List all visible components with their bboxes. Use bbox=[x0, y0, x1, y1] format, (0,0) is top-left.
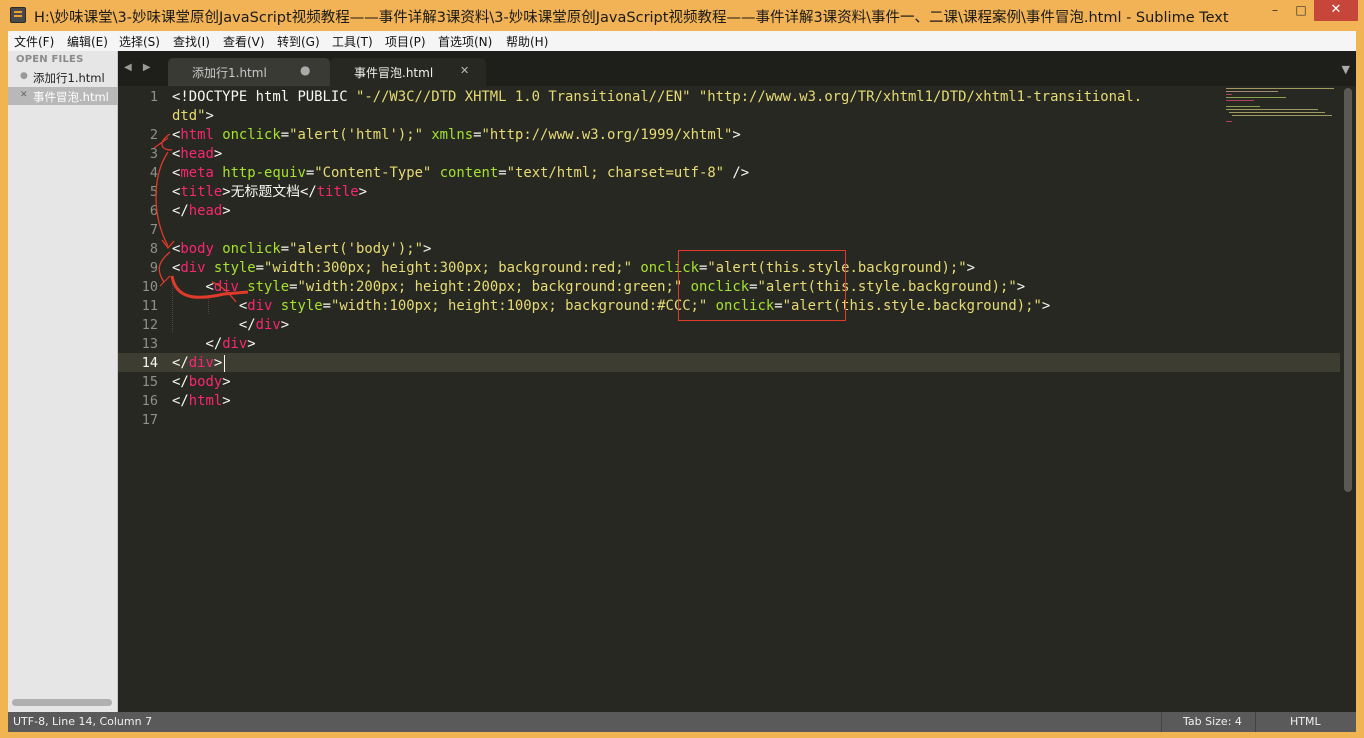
tab-label: 事件冒泡.html bbox=[354, 66, 434, 80]
code-line-13: </div> bbox=[172, 336, 256, 352]
tab-bar: ◀ ▶ 添加行1.html ● 事件冒泡.html ✕ ▼ bbox=[118, 51, 1356, 86]
annotation-stroke bbox=[161, 133, 173, 151]
annotation-stroke bbox=[161, 239, 175, 250]
menu-help[interactable]: 帮助(H) bbox=[506, 33, 548, 50]
code-line-14: </div> bbox=[172, 355, 223, 371]
annotation-arrows bbox=[153, 133, 249, 303]
line-number: 17 bbox=[141, 412, 158, 428]
tab-dropdown-icon[interactable]: ▼ bbox=[1342, 63, 1350, 76]
sidebar-file-item-active[interactable]: ✕ 事件冒泡.html bbox=[8, 87, 118, 105]
minimap[interactable] bbox=[1226, 88, 1338, 122]
sidebar-scrollbar[interactable] bbox=[12, 699, 112, 706]
tab-add-row[interactable]: 添加行1.html ● bbox=[168, 58, 330, 86]
unsaved-dot-icon[interactable]: ● bbox=[300, 63, 310, 77]
menu-preferences[interactable]: 首选项(N) bbox=[438, 33, 492, 50]
status-bar: UTF-8, Line 14, Column 7 Tab Size: 4 HTM… bbox=[8, 712, 1356, 732]
sublime-text-icon bbox=[10, 7, 26, 23]
menu-goto[interactable]: 转到(G) bbox=[277, 33, 320, 50]
text-cursor bbox=[224, 355, 225, 372]
code-line-15: </body> bbox=[172, 374, 231, 390]
app-window: H:\妙味课堂\3-妙味课堂原创JavaScript视频教程——事件详解3课资料… bbox=[0, 0, 1364, 738]
line-number: 13 bbox=[141, 336, 158, 352]
title-bar: H:\妙味课堂\3-妙味课堂原创JavaScript视频教程——事件详解3课资料… bbox=[0, 0, 1364, 31]
status-position: UTF-8, Line 14, Column 7 bbox=[13, 715, 153, 728]
annotation-box bbox=[678, 250, 846, 321]
sidebar-file-label: 事件冒泡.html bbox=[33, 90, 109, 104]
status-divider bbox=[1161, 712, 1162, 732]
line-number: 15 bbox=[141, 374, 158, 390]
menu-tools[interactable]: 工具(T) bbox=[332, 33, 373, 50]
minimap-line bbox=[1226, 97, 1286, 98]
tab-label: 添加行1.html bbox=[192, 66, 267, 80]
current-line-highlight bbox=[118, 353, 1340, 372]
close-icon[interactable]: ✕ bbox=[460, 64, 469, 77]
sidebar-file-label: 添加行1.html bbox=[33, 71, 105, 85]
code-editor[interactable]: 1 2 3 4 5 6 7 8 9 10 11 12 13 14 15 16 1… bbox=[118, 86, 1356, 712]
menu-selection[interactable]: 选择(S) bbox=[119, 33, 160, 50]
tab-nav-arrows-icon[interactable]: ◀ ▶ bbox=[124, 62, 155, 73]
tab-size-selector[interactable]: Tab Size: 4 bbox=[1183, 715, 1242, 728]
minimize-button[interactable]: – bbox=[1262, 0, 1288, 21]
sidebar-file-item[interactable]: ● 添加行1.html bbox=[8, 68, 118, 86]
line-number: 16 bbox=[141, 393, 158, 409]
unsaved-dot-icon: ● bbox=[20, 71, 28, 81]
maximize-button[interactable]: □ bbox=[1288, 0, 1314, 21]
menu-find[interactable]: 查找(I) bbox=[173, 33, 210, 50]
minimap-line bbox=[1226, 100, 1254, 101]
menu-view[interactable]: 查看(V) bbox=[223, 33, 265, 50]
tab-event-bubble[interactable]: 事件冒泡.html ✕ bbox=[330, 58, 486, 86]
close-button[interactable]: ✕ bbox=[1314, 0, 1358, 21]
minimap-line bbox=[1229, 112, 1325, 113]
window-title: H:\妙味课堂\3-妙味课堂原创JavaScript视频教程——事件详解3课资料… bbox=[34, 10, 1229, 26]
minimap-line bbox=[1226, 106, 1260, 107]
line-number-current: 14 bbox=[141, 355, 158, 371]
annotation-stroke bbox=[155, 151, 169, 247]
annotation-stroke bbox=[153, 137, 169, 149]
minimap-line bbox=[1232, 115, 1332, 116]
minimap-line bbox=[1226, 109, 1318, 110]
minimap-line bbox=[1226, 121, 1232, 122]
menu-edit[interactable]: 编辑(E) bbox=[67, 33, 108, 50]
sidebar: OPEN FILES ● 添加行1.html ✕ 事件冒泡.html bbox=[8, 51, 118, 712]
syntax-selector[interactable]: HTML bbox=[1290, 715, 1321, 728]
status-divider bbox=[1255, 712, 1256, 732]
menu-project[interactable]: 项目(P) bbox=[385, 33, 426, 50]
minimap-line bbox=[1226, 88, 1334, 89]
menu-bar: 文件(F) 编辑(E) 选择(S) 查找(I) 查看(V) 转到(G) 工具(T… bbox=[8, 31, 1356, 51]
minimap-line bbox=[1226, 94, 1232, 95]
open-files-heading: OPEN FILES bbox=[16, 54, 84, 65]
scrollbar-thumb[interactable] bbox=[1344, 88, 1352, 492]
close-icon[interactable]: ✕ bbox=[20, 90, 28, 100]
code-line-16: </html> bbox=[172, 393, 231, 409]
minimap-line bbox=[1226, 91, 1278, 92]
annotation-stroke bbox=[170, 275, 249, 299]
menu-file[interactable]: 文件(F) bbox=[14, 33, 54, 50]
window-frame-bottom bbox=[0, 732, 1364, 738]
vertical-scrollbar[interactable] bbox=[1340, 86, 1356, 712]
